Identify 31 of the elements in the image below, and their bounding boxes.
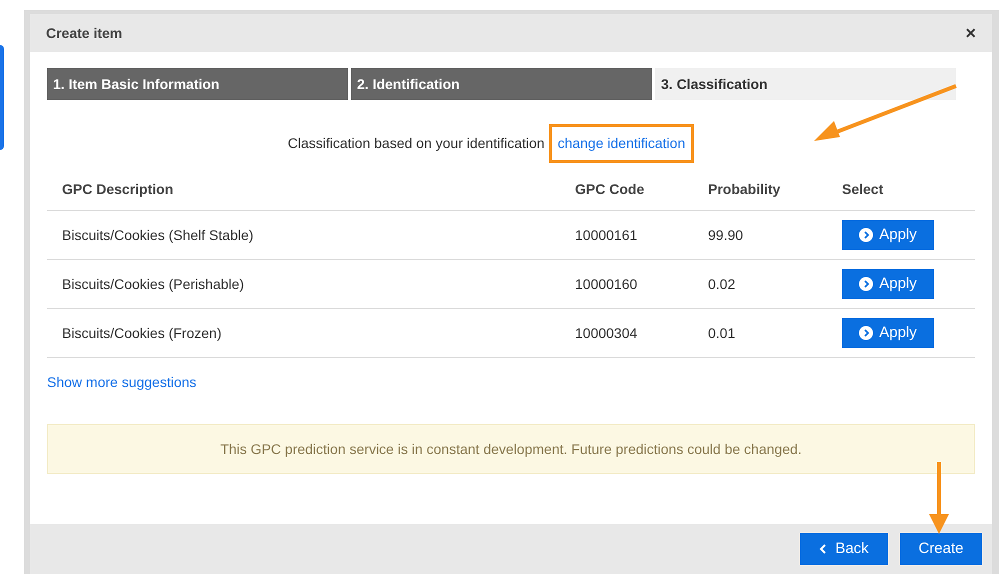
chevron-left-icon — [819, 544, 828, 554]
table-cell-text: 10000161 — [575, 226, 638, 244]
table-cell-text: 10000160 — [575, 274, 638, 294]
chevron-circle-icon — [859, 326, 874, 340]
table-cell-text: 10000304 — [575, 324, 638, 342]
intro-text: Classification based on your identification — [288, 134, 545, 153]
column-header: GPC Code — [575, 180, 646, 199]
chevron-circle-icon — [859, 277, 874, 291]
table-cell-text: Biscuits/Cookies (Perishable) — [61, 274, 246, 294]
column-header: GPC Description — [61, 180, 174, 199]
create-button[interactable]: Create — [900, 533, 982, 565]
change-identification-link[interactable]: change identification — [548, 124, 694, 163]
column-header: Select — [842, 180, 884, 199]
close-button[interactable]: × — [965, 24, 976, 42]
column-header: Probability — [708, 180, 782, 199]
notice-banner: This GPC prediction service is in constant development. Future predictions could be changed. — [47, 424, 975, 474]
table-cell-text: Biscuits/Cookies (Frozen) — [61, 324, 222, 343]
apply-button[interactable]: Apply — [842, 220, 934, 250]
step-tab[interactable]: 1. Item Basic Information — [47, 68, 348, 100]
table-cell-text: 0.02 — [708, 274, 736, 294]
step-tab[interactable]: 2. Identification — [351, 68, 652, 100]
table-cell-text: Biscuits/Cookies (Shelf Stable) — [61, 226, 254, 245]
back-button[interactable]: Back — [800, 533, 888, 565]
show-more-link[interactable]: Show more suggestions — [47, 372, 196, 393]
apply-button[interactable]: Apply — [842, 269, 934, 299]
table-cell-text: 0.01 — [708, 324, 736, 342]
dialog-title: Create item — [46, 24, 122, 42]
table-cell-text: 99.90 — [708, 226, 744, 244]
chevron-circle-icon — [859, 228, 874, 242]
apply-button[interactable]: Apply — [842, 318, 934, 348]
step-tab[interactable]: 3. Classification — [655, 68, 956, 100]
